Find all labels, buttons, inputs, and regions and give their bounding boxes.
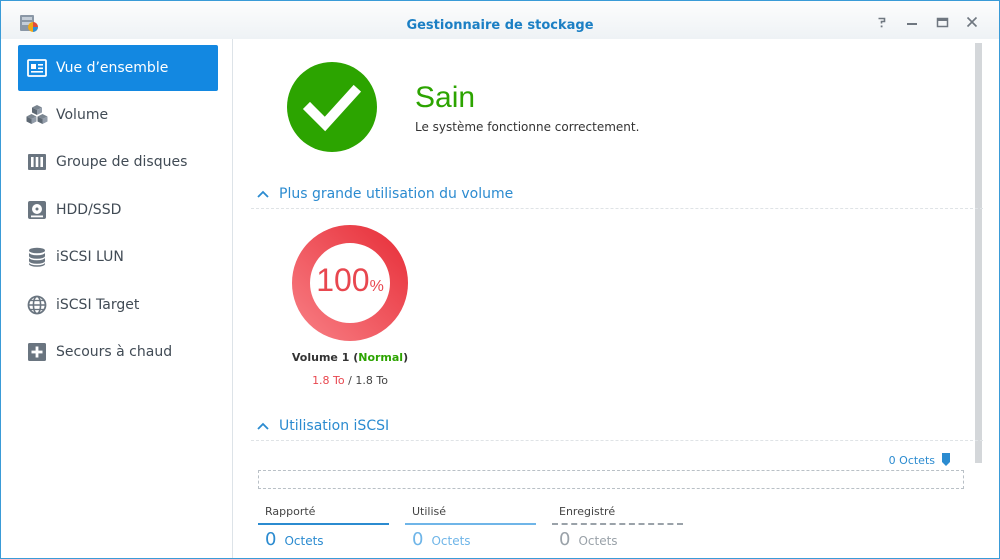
stat-value: 0 [559, 529, 571, 550]
stat-used: Utilisé 0 Octets [405, 505, 536, 550]
minimize-icon [907, 23, 917, 25]
stat-value-row: 0 Octets [552, 529, 683, 550]
stat-unit: Octets [284, 534, 324, 548]
sidebar-item-hdd-ssd[interactable]: HDD/SSD [18, 187, 218, 233]
maximize-button[interactable] [931, 11, 953, 33]
scrollbar[interactable] [975, 43, 982, 463]
usage-percent-label: 100% [291, 262, 409, 299]
disk-group-icon [26, 151, 48, 173]
stat-value-row: 0 Octets [405, 529, 536, 550]
sidebar-item-label: iSCSI LUN [56, 249, 124, 265]
title-bar[interactable]: Gestionnaire de stockage [1, 1, 999, 39]
stat-label: Enregistré [559, 505, 616, 518]
stat-label: Utilisé [412, 505, 447, 518]
health-message: Le système fonctionne correctement. [415, 120, 640, 134]
sidebar-item-overview[interactable]: Vue d’ensemble [18, 45, 218, 91]
chevron-up-icon [257, 422, 269, 430]
usage-percent-sign: % [369, 278, 384, 295]
stat-divider [258, 523, 389, 525]
sidebar-item-label: HDD/SSD [56, 202, 122, 218]
stat-divider [405, 523, 536, 525]
volume-used: 1.8 To [312, 374, 345, 387]
stat-unit: Octets [431, 534, 471, 548]
check-icon [287, 62, 377, 152]
stat-provisioned: Enregistré 0 Octets [552, 505, 683, 550]
iscsi-target-icon [26, 294, 48, 316]
stat-value: 0 [412, 529, 424, 550]
close-icon [966, 16, 978, 28]
iscsi-total: 0 Octets [888, 453, 935, 467]
hot-spare-icon [26, 341, 48, 363]
usage-percent-value: 100 [316, 262, 370, 298]
health-status: Sain [415, 81, 476, 114]
sidebar-item-disk-group[interactable]: Groupe de disques [18, 139, 218, 185]
iscsi-total-label: 0 Octets [889, 453, 951, 467]
sidebar-item-iscsi-lun[interactable]: iSCSI LUN [18, 234, 218, 280]
help-icon [878, 17, 886, 28]
close-button[interactable] [961, 11, 983, 33]
volume-icon [26, 104, 48, 126]
iscsi-usage-section-header[interactable]: Utilisation iSCSI [251, 412, 983, 441]
volume-size-label: 1.8 To / 1.8 To [263, 374, 437, 387]
sidebar: Vue d’ensemble Volume Groupe de disques … [1, 39, 233, 558]
sidebar-item-label: iSCSI Target [56, 297, 140, 313]
stat-value-row: 0 Octets [258, 529, 389, 550]
stat-reported: Rapporté 0 Octets [258, 505, 389, 550]
sidebar-item-volume[interactable]: Volume [18, 92, 218, 138]
sidebar-item-hot-spare[interactable]: Secours à chaud [18, 329, 218, 375]
sidebar-item-iscsi-target[interactable]: iSCSI Target [18, 282, 218, 328]
chevron-up-icon [257, 190, 269, 198]
section-title: Utilisation iSCSI [279, 418, 390, 434]
overview-panel: Sain Le système fonctionne correctement.… [233, 39, 999, 558]
hdd-icon [26, 199, 48, 221]
volume-status: Normal [358, 351, 404, 364]
iscsi-usage-bar [258, 470, 964, 489]
stat-unit: Octets [578, 534, 618, 548]
overview-icon [26, 57, 48, 79]
iscsi-lun-icon [26, 246, 48, 268]
volume-usage-section-header[interactable]: Plus grande utilisation du volume [251, 180, 983, 209]
help-button[interactable] [871, 11, 893, 33]
stat-label: Rapporté [265, 505, 316, 518]
volume-name-label: Volume 1 (Normal) [291, 351, 409, 364]
sidebar-item-label: Vue d’ensemble [56, 60, 169, 76]
volume-name: Volume 1 [291, 351, 350, 364]
size-separator: / [348, 374, 352, 387]
maximize-icon [936, 17, 949, 28]
section-title: Plus grande utilisation du volume [279, 186, 514, 202]
marker-icon [942, 453, 950, 466]
minimize-button[interactable] [901, 11, 923, 33]
volume-total: 1.8 To [355, 374, 388, 387]
stat-value: 0 [265, 529, 277, 550]
sidebar-item-label: Groupe de disques [56, 154, 188, 170]
sidebar-item-label: Secours à chaud [56, 344, 173, 360]
sidebar-item-label: Volume [56, 107, 109, 123]
stat-divider [552, 523, 683, 525]
window-title: Gestionnaire de stockage [406, 18, 594, 33]
storage-manager-window: Gestionnaire de stockage Vue d’ensemble … [0, 0, 1000, 559]
